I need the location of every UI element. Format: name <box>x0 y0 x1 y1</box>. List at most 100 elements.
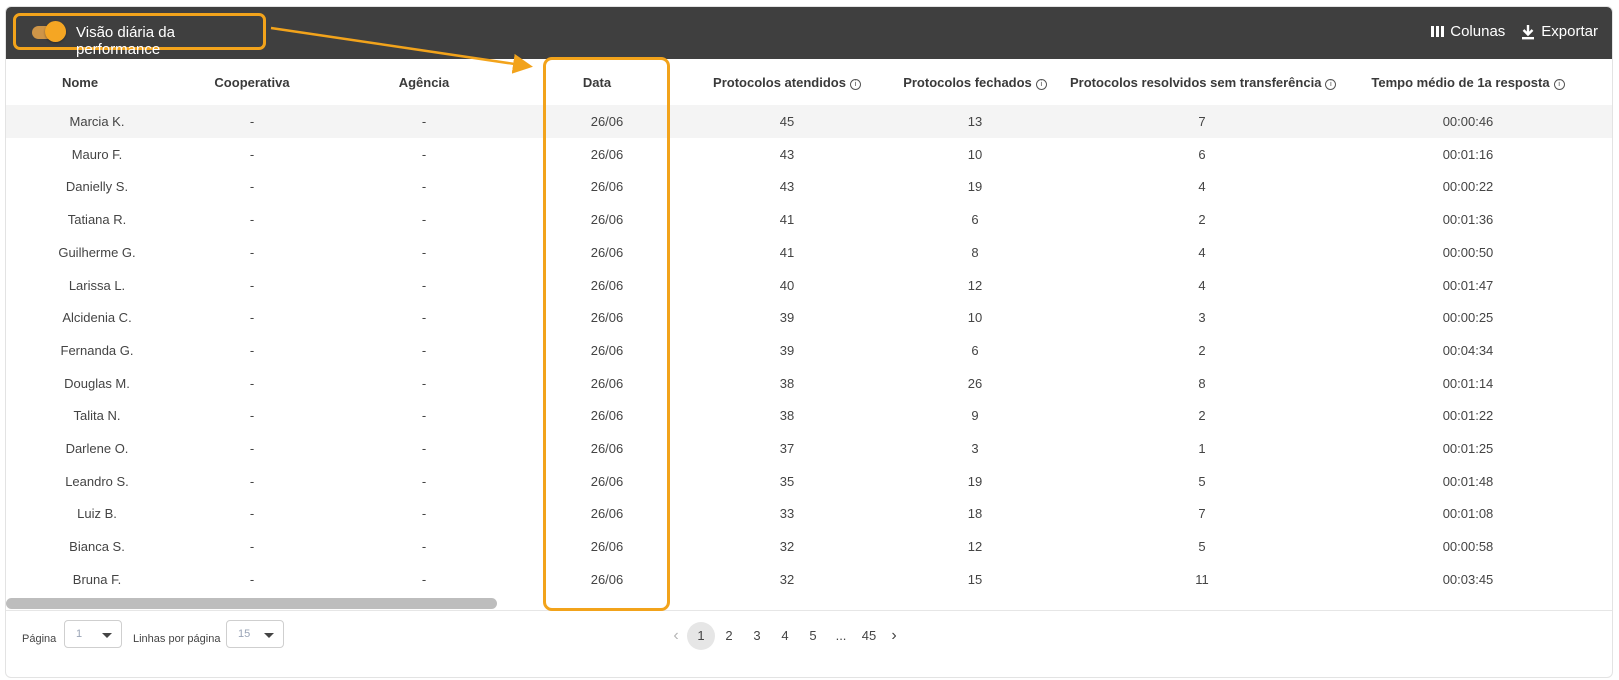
column-header-atendidos[interactable]: Protocolos atendidos i <box>694 59 880 105</box>
table-row[interactable]: Larissa L. - - 26/06 40 12 4 00:01:47 <box>6 269 1612 302</box>
scrollbar-thumb[interactable] <box>6 598 497 609</box>
table-row[interactable]: Tatiana R. - - 26/06 41 6 2 00:01:36 <box>6 203 1612 236</box>
cell-resolvidos: 4 <box>1198 179 1206 195</box>
table-row[interactable]: Danielly S. - - 26/06 43 19 4 00:00:22 <box>6 170 1612 203</box>
column-header-tempo[interactable]: Tempo médio de 1a resposta i <box>1368 59 1568 105</box>
table-header: Nome Cooperativa Agência Data Protocolos… <box>6 59 1612 105</box>
pagination-ellipsis: ... <box>835 628 847 643</box>
cell-cooperativa: - <box>249 571 255 587</box>
cell-tempo: 00:00:58 <box>1442 539 1494 555</box>
columns-label: Colunas <box>1450 23 1506 40</box>
daily-view-toggle[interactable]: Visão diária da performance <box>13 13 266 58</box>
rows-per-page-label: Linhas por página <box>133 633 221 645</box>
table-row[interactable]: Guilherme G. - - 26/06 41 8 4 00:00:50 <box>6 236 1612 269</box>
cell-fechados: 9 <box>971 408 979 424</box>
column-header-cooperativa[interactable]: Cooperativa <box>181 59 323 105</box>
cell-fechados: 8 <box>971 244 979 260</box>
cell-nome: Alcidenia C. <box>62 310 132 326</box>
info-circle-icon[interactable]: i <box>1035 79 1047 90</box>
cell-atendidos: 38 <box>779 408 795 424</box>
cell-resolvidos: 3 <box>1198 310 1206 326</box>
cell-cooperativa: - <box>249 114 255 129</box>
table-row[interactable]: Mauro F. - - 26/06 43 10 6 00:01:16 <box>6 138 1612 171</box>
cell-atendidos: 40 <box>779 277 795 293</box>
cell-atendidos: 35 <box>779 473 795 489</box>
page-select[interactable]: 1 <box>64 620 122 648</box>
rows-per-page-value: 15 <box>238 628 251 640</box>
table-row[interactable]: Luiz B. - - 26/06 33 18 7 00:01:08 <box>6 497 1612 530</box>
cell-fechados: 15 <box>967 571 983 587</box>
table-row[interactable]: Bianca S. - - 26/06 32 12 5 00:00:58 <box>6 530 1612 563</box>
cell-agencia: - <box>421 571 427 587</box>
cell-data: 26/06 <box>590 408 624 424</box>
caret-down-icon <box>102 633 112 638</box>
info-circle-icon[interactable]: i <box>849 79 861 90</box>
cell-tempo: 00:00:25 <box>1442 310 1494 326</box>
toggle-knob[interactable] <box>45 21 66 42</box>
cell-nome: Danielly S. <box>65 179 129 195</box>
table-row[interactable]: Darlene O. - - 26/06 37 3 1 00:01:25 <box>6 432 1612 465</box>
cell-tempo: 00:01:22 <box>1442 408 1494 424</box>
cell-nome: Talita N. <box>73 408 121 424</box>
table-row[interactable]: Leandro S. - - 26/06 35 19 5 00:01:48 <box>6 465 1612 498</box>
rows-per-page-select[interactable]: 15 <box>226 620 284 648</box>
cell-cooperativa: - <box>249 441 255 456</box>
page-button[interactable]: 4 <box>771 622 799 650</box>
export-label: Exportar <box>1541 23 1598 40</box>
cell-nome: Larissa L. <box>68 277 126 293</box>
chevron-left-icon[interactable]: ‹ <box>665 622 687 650</box>
cell-data: 26/06 <box>590 506 624 522</box>
cell-fechados: 12 <box>967 277 983 293</box>
cell-agencia: - <box>421 310 427 326</box>
cell-atendidos: 43 <box>779 179 795 195</box>
page-button[interactable]: 5 <box>799 622 827 650</box>
cell-cooperativa: - <box>249 244 255 260</box>
table-row[interactable]: Marcia K. - - 26/06 45 13 7 00:00:46 <box>6 105 1612 138</box>
column-header-agencia[interactable]: Agência <box>364 59 484 105</box>
cell-data: 26/06 <box>590 473 624 489</box>
cell-tempo: 00:01:48 <box>1442 473 1494 489</box>
toolbar-actions: Colunas Exportar <box>1431 23 1598 40</box>
cell-cooperativa: - <box>249 146 255 162</box>
page-button[interactable]: 2 <box>715 622 743 650</box>
cell-agencia: - <box>421 473 427 489</box>
cell-data: 26/06 <box>590 571 624 587</box>
cell-data: 26/06 <box>590 441 624 456</box>
cell-nome: Douglas M. <box>64 375 130 391</box>
column-header-data[interactable]: Data <box>557 59 637 105</box>
horizontal-scrollbar[interactable] <box>6 598 1612 610</box>
cell-cooperativa: - <box>249 506 255 522</box>
cell-data: 26/06 <box>590 179 624 195</box>
page-button[interactable]: 1 <box>687 622 715 650</box>
cell-resolvidos: 8 <box>1198 375 1206 391</box>
column-header-resolvidos[interactable]: Protocolos resolvidos sem transferência i <box>1070 59 1337 105</box>
info-circle-icon[interactable]: i <box>1325 79 1337 90</box>
cell-tempo: 00:01:14 <box>1442 375 1494 391</box>
cell-agencia: - <box>421 375 427 391</box>
columns-button[interactable]: Colunas <box>1431 23 1505 40</box>
cell-resolvidos: 6 <box>1198 146 1206 162</box>
column-header-fechados[interactable]: Protocolos fechados i <box>879 59 1071 105</box>
info-circle-icon[interactable]: i <box>1553 79 1565 90</box>
table-row[interactable]: Bruna F. - - 26/06 32 15 11 00:03:45 <box>6 563 1612 596</box>
cell-tempo: 00:00:50 <box>1442 244 1494 260</box>
caret-down-icon <box>264 633 274 638</box>
cell-resolvidos: 5 <box>1198 473 1206 489</box>
cell-cooperativa: - <box>249 212 255 228</box>
chevron-right-icon[interactable]: › <box>883 622 905 650</box>
table-row[interactable]: Talita N. - - 26/06 38 9 2 00:01:22 <box>6 399 1612 432</box>
cell-data: 26/06 <box>590 375 624 391</box>
cell-agencia: - <box>421 506 427 522</box>
column-header-nome[interactable]: Nome <box>31 59 129 105</box>
table-row[interactable]: Douglas M. - - 26/06 38 26 8 00:01:14 <box>6 367 1612 400</box>
cell-data: 26/06 <box>590 244 624 260</box>
cell-cooperativa: - <box>249 179 255 195</box>
export-button[interactable]: Exportar <box>1521 23 1598 40</box>
cell-resolvidos: 2 <box>1198 342 1206 358</box>
cell-agencia: - <box>421 212 427 228</box>
cell-fechados: 3 <box>971 441 979 456</box>
page-button[interactable]: 3 <box>743 622 771 650</box>
page-button[interactable]: 45 <box>855 622 883 650</box>
table-row[interactable]: Alcidenia C. - - 26/06 39 10 3 00:00:25 <box>6 301 1612 334</box>
table-row[interactable]: Fernanda G. - - 26/06 39 6 2 00:04:34 <box>6 334 1612 367</box>
